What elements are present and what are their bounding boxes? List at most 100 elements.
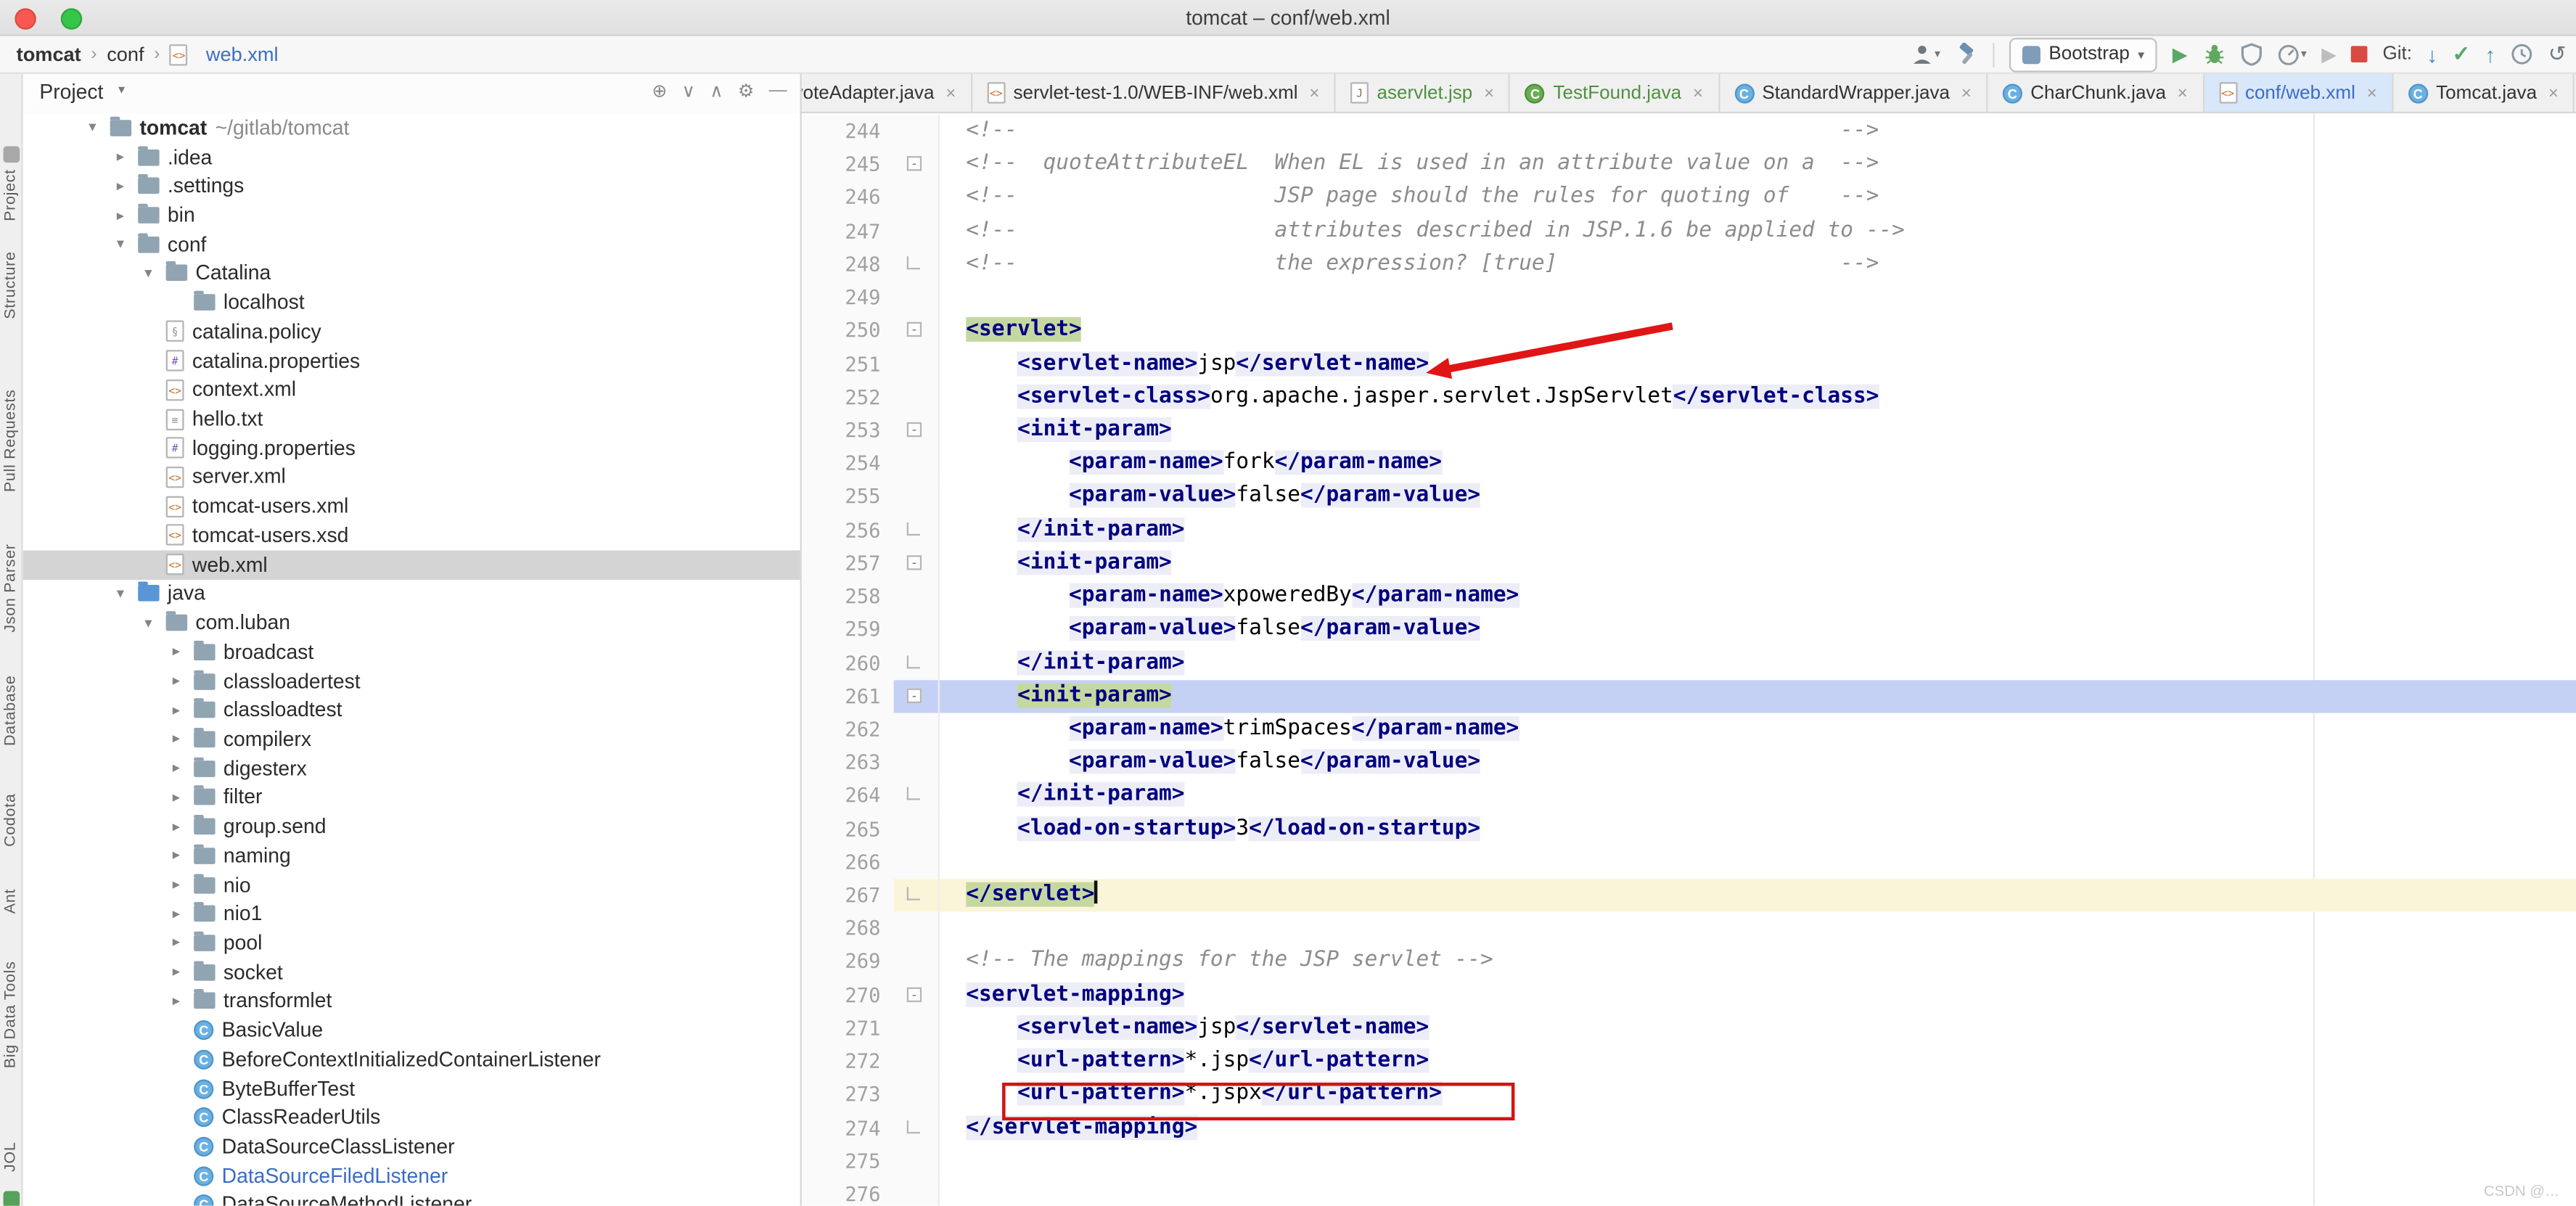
code-text[interactable]: <!-- The mappings for the JSP servlet --… [940, 945, 2576, 979]
line-number[interactable]: 250 [802, 314, 894, 348]
fold-gutter[interactable] [894, 1112, 940, 1145]
settings-gear-icon[interactable]: ⚙ [738, 81, 754, 102]
fold-gutter[interactable] [894, 348, 940, 381]
tree-item-naming[interactable]: ▸naming [23, 841, 800, 870]
tree-item-tomcat-users.xml[interactable]: <>tomcat-users.xml [23, 492, 800, 521]
tree-item-classloadertest[interactable]: ▸classloadertest [23, 666, 800, 695]
chevron-right-icon[interactable]: ▸ [173, 876, 194, 894]
chevron-right-icon[interactable]: ▸ [173, 672, 194, 690]
tree-item-BeforeContextInitializedContainerListener[interactable]: CBeforeContextInitializedContainerListen… [23, 1045, 800, 1074]
tree-item-catalina.properties[interactable]: #catalina.properties [23, 346, 800, 375]
fold-gutter[interactable]: - [894, 547, 940, 581]
fold-collapse-icon[interactable]: - [907, 688, 922, 702]
tree-item-ByteBufferTest[interactable]: CByteBufferTest [23, 1074, 800, 1103]
tab-close-icon[interactable]: × [2367, 83, 2377, 102]
fold-gutter[interactable] [894, 1045, 940, 1078]
chevron-right-icon[interactable]: ▸ [173, 818, 194, 836]
user-account-icon[interactable]: ▾ [1910, 41, 1940, 67]
code-text[interactable]: <!-- JSP page should the rules for quoti… [940, 181, 2576, 215]
code-text[interactable]: <servlet-name>jsp</servlet-name> [940, 348, 2576, 381]
tree-item-DataSourceFiledListener[interactable]: CDataSourceFiledListener [23, 1161, 800, 1190]
tree-item-.settings[interactable]: ▸.settings [23, 171, 800, 200]
line-number[interactable]: 265 [802, 813, 894, 846]
tree-item-localhost[interactable]: localhost [23, 288, 800, 317]
fold-end-icon[interactable] [907, 256, 920, 269]
fold-gutter[interactable]: - [894, 680, 940, 713]
fold-gutter[interactable]: - [894, 979, 940, 1012]
fold-gutter[interactable] [894, 647, 940, 680]
tree-item-conf[interactable]: ▾conf [23, 230, 800, 259]
code-text[interactable] [940, 1145, 2576, 1178]
tab-aservlet.jsp[interactable]: Jaservlet.jsp× [1336, 74, 1511, 112]
tree-item-tomcat[interactable]: ▾tomcat~/gitlab/tomcat [23, 113, 800, 142]
tree-item-hello.txt[interactable]: ≡hello.txt [23, 404, 800, 433]
line-number[interactable]: 262 [802, 713, 894, 746]
tab-servlet-test-1.0/WEB-INF/web.xml[interactable]: <>servlet-test-1.0/WEB-INF/web.xml× [972, 74, 1336, 112]
code-text[interactable]: <param-value>false</param-value> [940, 480, 2576, 514]
line-number[interactable]: 249 [802, 281, 894, 314]
tree-item-logging.properties[interactable]: #logging.properties [23, 433, 800, 462]
line-number[interactable]: 254 [802, 447, 894, 480]
tree-item-context.xml[interactable]: <>context.xml [23, 375, 800, 404]
line-number[interactable]: 263 [802, 746, 894, 779]
fold-gutter[interactable] [894, 912, 940, 945]
tab-conf/web.xml[interactable]: <>conf/web.xml× [2204, 74, 2393, 112]
line-number[interactable]: 274 [802, 1112, 894, 1145]
line-number[interactable]: 248 [802, 248, 894, 282]
git-push-icon[interactable]: ↑ [2485, 41, 2496, 67]
fold-gutter[interactable] [894, 746, 940, 779]
code-text[interactable]: <param-name>fork</param-name> [940, 447, 2576, 480]
tree-item-DataSourceClassListener[interactable]: CDataSourceClassListener [23, 1132, 800, 1161]
tree-item-java[interactable]: ▾java [23, 579, 800, 608]
fold-gutter[interactable] [894, 879, 940, 912]
tree-item-bin[interactable]: ▸bin [23, 201, 800, 230]
code-text[interactable]: <!-- attributes described in JSP.1.6 be … [940, 215, 2576, 248]
line-number[interactable]: 247 [802, 215, 894, 248]
code-text[interactable]: <param-value>false</param-value> [940, 746, 2576, 779]
line-number[interactable]: 271 [802, 1012, 894, 1045]
line-number[interactable]: 257 [802, 547, 894, 581]
fold-gutter[interactable] [894, 447, 940, 480]
breadcrumb-conf[interactable]: conf [107, 43, 144, 66]
fold-gutter[interactable] [894, 846, 940, 879]
coverage-shield-icon[interactable] [2240, 41, 2261, 67]
code-text[interactable]: <init-param> [940, 414, 2576, 447]
chevron-down-icon[interactable]: ▾ [144, 264, 165, 282]
chevron-right-icon[interactable]: ▸ [173, 963, 194, 981]
code-text[interactable] [940, 281, 2576, 314]
run-disabled-icon[interactable]: ▶ [2321, 41, 2337, 67]
run-button[interactable]: ▶ [2173, 41, 2188, 67]
tree-item-socket[interactable]: ▸socket [23, 958, 800, 987]
line-number[interactable]: 260 [802, 647, 894, 680]
fold-gutter[interactable] [894, 181, 940, 215]
tree-item-filter[interactable]: ▸filter [23, 783, 800, 812]
breadcrumb-tomcat[interactable]: tomcat [17, 43, 81, 66]
breadcrumb-webxml[interactable]: web.xml [206, 43, 279, 66]
fold-gutter[interactable]: - [894, 414, 940, 447]
project-tool-icon[interactable] [4, 146, 20, 163]
stripe-database[interactable]: Database [1, 676, 20, 747]
tab-close-icon[interactable]: × [2548, 83, 2559, 102]
line-number[interactable]: 246 [802, 181, 894, 215]
stripe-codota[interactable]: Codota [1, 794, 20, 847]
git-commit-icon[interactable]: ✓ [2452, 41, 2470, 67]
fold-gutter[interactable] [894, 1145, 940, 1178]
tree-item-nio1[interactable]: ▸nio1 [23, 899, 800, 928]
tree-item-transformlet[interactable]: ▸transformlet [23, 987, 800, 1016]
tab-close-icon[interactable]: × [1961, 83, 1972, 102]
tab-close-icon[interactable]: × [946, 83, 956, 102]
fold-gutter[interactable] [894, 945, 940, 979]
stripe-jol[interactable]: JOL [1, 1142, 20, 1172]
chevron-down-icon[interactable]: ▾ [117, 585, 138, 603]
line-number[interactable]: 253 [802, 414, 894, 447]
stripe-pull-requests[interactable]: Pull Requests [1, 390, 20, 493]
tab-Tomcat.java[interactable]: CTomcat.java× [2393, 74, 2575, 112]
code-text[interactable]: <!-- the expression? [true] --> [940, 248, 2576, 282]
code-text[interactable] [940, 846, 2576, 879]
fold-gutter[interactable]: - [894, 314, 940, 348]
fold-gutter[interactable] [894, 813, 940, 846]
undo-icon[interactable]: ↺ [2548, 41, 2567, 67]
fold-gutter[interactable] [894, 215, 940, 248]
tree-item-compilerx[interactable]: ▸compilerx [23, 725, 800, 754]
stripe-ant[interactable]: Ant [1, 889, 20, 914]
